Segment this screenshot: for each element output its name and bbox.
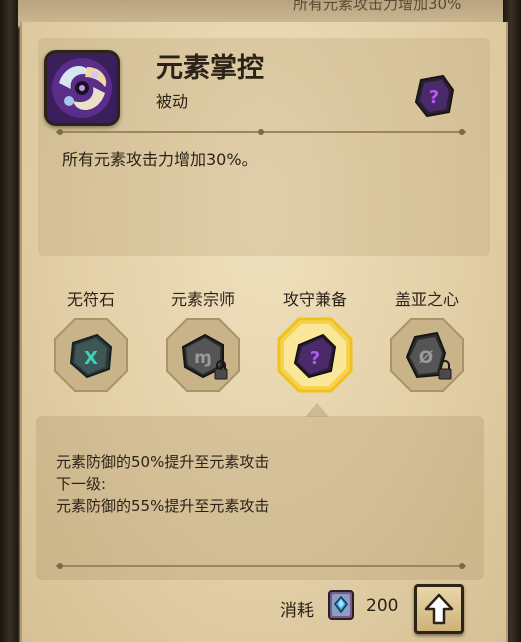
svg-text:X: X (84, 348, 98, 369)
skill-type-label: 被动 (156, 92, 189, 111)
rune-effect-next: 元素防御的55%提升至元素攻击 (56, 497, 270, 515)
rune-label-element-master: 元素宗师 (170, 290, 235, 309)
rune-label-gaia-heart: 盖亚之心 (394, 290, 459, 309)
skill-description: 所有元素攻击力增加30%。 (62, 150, 258, 169)
rune-slot-offense-defense[interactable]: ? (277, 317, 353, 393)
svg-text:Ø: Ø (419, 348, 433, 368)
detail-pointer (305, 403, 329, 417)
upgrade-button[interactable] (414, 584, 464, 634)
rune-slot-gaia-heart[interactable]: Ø (389, 317, 465, 393)
rune-next-level-label: 下一级: (56, 475, 107, 493)
skill-title: 元素掌控 (156, 53, 264, 84)
cost-value: 200 (366, 596, 399, 616)
svg-text:?: ? (310, 348, 320, 369)
blue-gem-book-icon (326, 588, 356, 622)
rune-label-offense-defense: 攻守兼备 (282, 290, 347, 309)
rune-slot-element-master[interactable]: ɱ (165, 317, 241, 393)
game-window-frame: 所有元素攻击力增加30% 元素掌控 被动 ? 所有元素攻击力增加30%。 无符石… (0, 0, 521, 642)
rune-label-none: 无符石 (66, 290, 115, 309)
elemental-swirl-icon (44, 50, 120, 126)
up-arrow-icon (424, 593, 454, 625)
rune-effect-current: 元素防御的50%提升至元素攻击 (56, 453, 270, 471)
svg-text:ɱ: ɱ (194, 348, 212, 368)
footer-divider (56, 563, 466, 569)
previous-panel-text: 所有元素攻击力增加30% (293, 0, 462, 13)
svg-text:?: ? (429, 87, 439, 108)
rune-slot-none[interactable]: X (53, 317, 129, 393)
cost-label: 消耗 (280, 601, 314, 621)
purple-rune-stone-icon: ? (413, 74, 455, 118)
header-divider (56, 129, 466, 135)
